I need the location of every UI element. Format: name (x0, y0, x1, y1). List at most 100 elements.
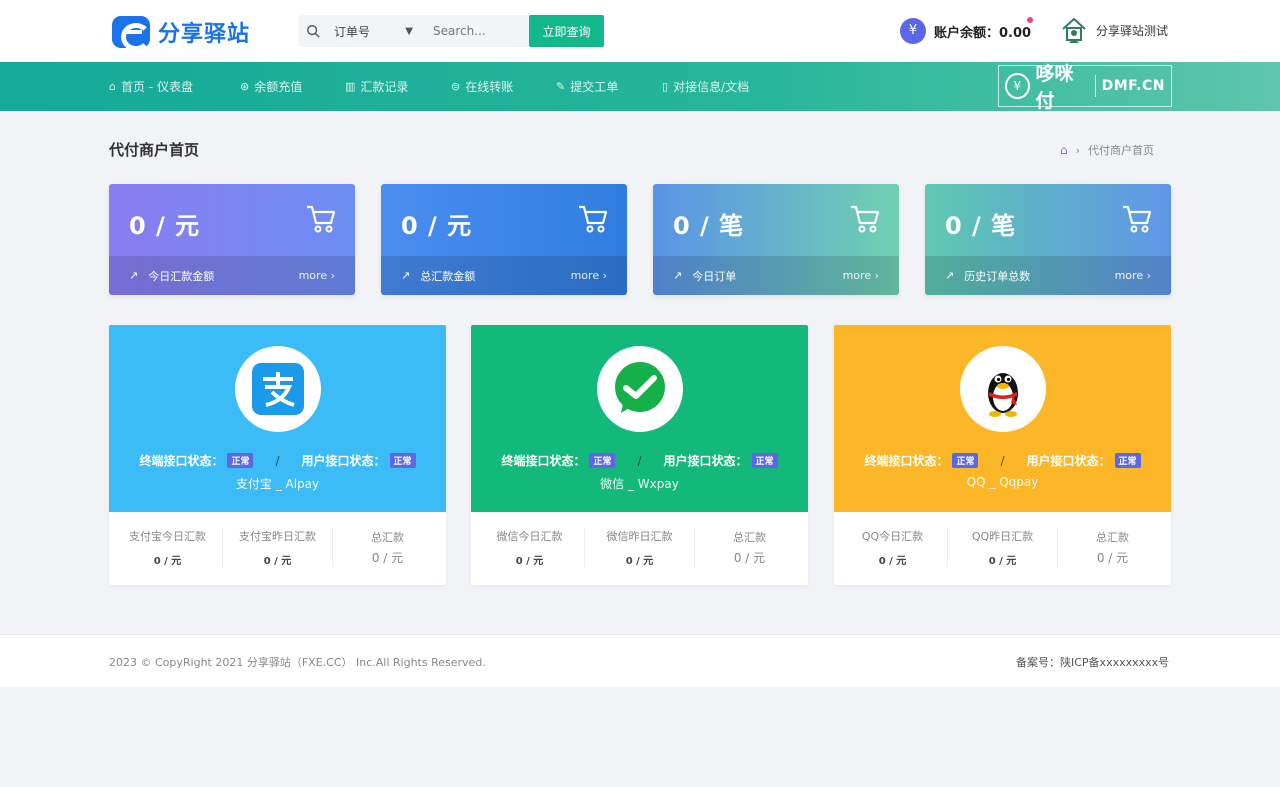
brand-divider (1094, 75, 1096, 97)
status-badge: 正常 (751, 453, 778, 468)
stat-label: 今日汇款金额 (148, 269, 215, 283)
stat-label: 历史订单总数 (964, 269, 1031, 283)
partner-brand-logo[interactable]: ¥ 哆咪付 DMF.CN (998, 63, 1172, 112)
page-title: 代付商户首页 (109, 141, 200, 159)
cart-icon (307, 205, 336, 233)
pay-stat-today: QQ今日汇款 0 / 元 (838, 528, 948, 567)
pay-stat-today: 微信今日汇款 0 / 元 (475, 528, 585, 567)
status-badge: 正常 (589, 453, 616, 468)
search-icon (298, 24, 328, 38)
stat-footer: ↗ 历史订单总数 more › (925, 256, 1171, 295)
stat-card-total-amount: 0 / 元 ↗ 总汇款金额 more › (381, 184, 627, 295)
pay-card-qq: 终端接口状态： 正常 / 用户接口状态： 正常 QQ _ Qqpay QQ今日汇… (834, 325, 1171, 585)
recharge-icon: ⊛ (240, 80, 250, 93)
status-badge: 正常 (1114, 453, 1141, 468)
nav-item-label: 汇款记录 (360, 80, 409, 94)
pay-stat-value: 0 / 元 (153, 556, 182, 567)
user-home-icon (1062, 17, 1086, 43)
pay-stat-label: 总汇款 (371, 531, 404, 544)
stat-footer: ↗ 今日订单 more › (653, 256, 899, 295)
chevron-down-icon: ▼ (405, 25, 413, 37)
yen-icon: ¥ (900, 18, 926, 44)
nav-item-ticket[interactable]: ✎ 提交工单 (556, 78, 618, 95)
pay-stat-value: 0 / 元 (625, 556, 654, 567)
channel-name: 支付宝 _ Alpay (235, 477, 320, 491)
pay-stat-yesterday: 支付宝昨日汇款 0 / 元 (223, 528, 333, 567)
home-icon: ⌂ (109, 80, 116, 93)
stat-footer: ↗ 今日汇款金额 more › (109, 256, 355, 295)
brand-cn-text: 哆咪付 (1035, 63, 1074, 112)
pay-stats: QQ今日汇款 0 / 元 QQ昨日汇款 0 / 元 总汇款 0 / 元 (834, 512, 1171, 585)
search-button[interactable]: 立即查询 (529, 15, 604, 47)
stat-value: 0 / 元 (401, 212, 473, 240)
more-link[interactable]: more › (299, 269, 335, 282)
pay-card-wechat: 终端接口状态： 正常 / 用户接口状态： 正常 微信 _ Wxpay 微信今日汇… (471, 325, 808, 585)
more-link[interactable]: more › (1115, 269, 1151, 282)
alipay-icon (235, 346, 321, 432)
channel-name: QQ _ Qqpay (966, 475, 1039, 489)
pay-stat-label: 总汇款 (733, 531, 766, 544)
wechat-icon (597, 346, 683, 432)
pay-stat-label: QQ今日汇款 (861, 530, 924, 543)
trend-up-icon: ↗ (945, 269, 955, 282)
user-name: 分享驿站测试 (1096, 23, 1169, 38)
more-link[interactable]: more › (571, 269, 607, 282)
user-menu[interactable]: 分享驿站测试 (1060, 15, 1168, 45)
pay-stat-value: 0 / 元 (878, 556, 907, 567)
chart-icon: ▥ (345, 80, 356, 93)
nav-item-label: 对接信息/文档 (673, 80, 750, 94)
brand-mark-icon: ¥ (1005, 73, 1030, 99)
terminal-status-label: 终端接口状态： (139, 454, 224, 468)
breadcrumb-home-icon[interactable]: ⌂ (1060, 143, 1068, 157)
pay-stat-yesterday: QQ昨日汇款 0 / 元 (948, 528, 1058, 567)
cart-icon (579, 205, 608, 233)
pay-stat-value: 0 / 元 (988, 556, 1017, 567)
more-link[interactable]: more › (843, 269, 879, 282)
stat-label: 今日订单 (692, 269, 737, 283)
edit-icon: ✎ (556, 80, 566, 93)
nav-item-recharge[interactable]: ⊛ 余额充值 (240, 78, 302, 95)
search-input[interactable] (423, 15, 523, 47)
breadcrumb-separator: › (1075, 143, 1081, 157)
cart-icon (851, 205, 880, 233)
stat-value: 0 / 笔 (945, 212, 1017, 240)
nav-item-label: 在线转账 (465, 80, 514, 94)
search-type-select[interactable]: 订单号 ▼ (328, 23, 423, 40)
qq-icon (960, 346, 1046, 432)
trend-up-icon: ↗ (129, 269, 139, 282)
status-badge: 正常 (227, 453, 254, 468)
pay-stat-total: 总汇款 0 / 元 (1058, 528, 1167, 567)
trend-up-icon: ↗ (401, 269, 411, 282)
pay-stat-value: 0 / 元 (263, 556, 292, 567)
pay-stat-label: 支付宝昨日汇款 (239, 530, 316, 543)
nav-item-dashboard[interactable]: ⌂ 首页 - 仪表盘 (109, 78, 193, 95)
status-divider: / (275, 453, 280, 468)
icp-record[interactable]: 备案号：陕ICP备xxxxxxxxx号 (1016, 654, 1169, 670)
pay-stat-today: 支付宝今日汇款 0 / 元 (113, 528, 223, 567)
nav-item-transfer[interactable]: ⊜ 在线转账 (451, 78, 513, 95)
stat-card-today-amount: 0 / 元 ↗ 今日汇款金额 more › (109, 184, 355, 295)
pay-stat-label: 微信今日汇款 (496, 530, 563, 543)
pay-card-alipay: 终端接口状态： 正常 / 用户接口状态： 正常 支付宝 _ Alpay 支付宝今… (109, 325, 446, 585)
terminal-status-label: 终端接口状态： (864, 454, 949, 468)
channel-name: 微信 _ Wxpay (600, 477, 679, 491)
nav-item-docs[interactable]: ▯ 对接信息/文档 (662, 78, 749, 95)
pay-stat-label: 支付宝今日汇款 (129, 530, 206, 543)
site-logo[interactable]: 分享驿站 (112, 16, 250, 48)
logo-e-icon (112, 16, 150, 48)
pay-stat-total: 总汇款 0 / 元 (695, 528, 804, 567)
nav-item-records[interactable]: ▥ 汇款记录 (345, 78, 408, 95)
pay-card-header: 终端接口状态： 正常 / 用户接口状态： 正常 微信 _ Wxpay (471, 325, 808, 512)
account-balance: ¥ 账户余额：0.00 (900, 17, 1033, 44)
search-bar: 订单号 ▼ 立即查询 (298, 15, 604, 47)
stat-card-today-orders: 0 / 笔 ↗ 今日订单 more › (653, 184, 899, 295)
user-status-label: 用户接口状态： (663, 454, 748, 468)
user-status-label: 用户接口状态： (1026, 454, 1111, 468)
nav-item-label: 余额充值 (254, 80, 303, 94)
status-divider: / (637, 453, 642, 468)
top-header: 分享驿站 订单号 ▼ 立即查询 ¥ 账户余额：0.00 分享驿站测试 (0, 0, 1280, 62)
copyright-text: 2023 © CopyRight 2021 分享驿站（FXE.CC） Inc.A… (109, 656, 486, 669)
stat-value: 0 / 元 (129, 212, 201, 240)
pay-stats: 微信今日汇款 0 / 元 微信昨日汇款 0 / 元 总汇款 0 / 元 (471, 512, 808, 585)
pay-stat-yesterday: 微信昨日汇款 0 / 元 (585, 528, 695, 567)
